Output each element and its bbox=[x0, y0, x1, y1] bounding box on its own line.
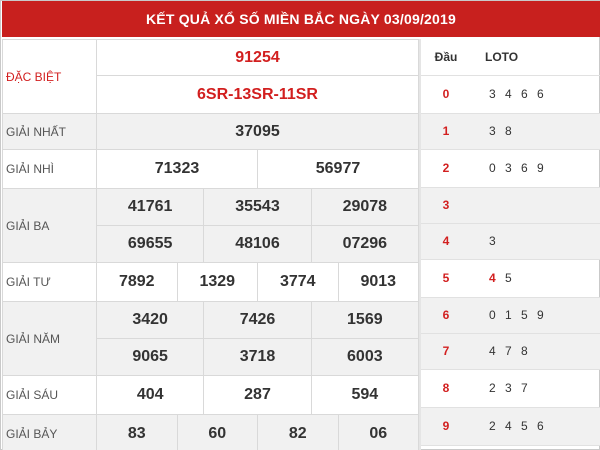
seventh-number: 83 bbox=[127, 425, 146, 442]
fifth-number: 7426 bbox=[203, 302, 310, 338]
prize-table: ĐẶC BIỆT 91254 6SR-13SR-11SR GIẢI NHẤT 3… bbox=[2, 39, 419, 450]
seventh-number: 06 bbox=[337, 415, 419, 450]
loto-highlight: 4 bbox=[489, 271, 499, 285]
loto-dau: 8 bbox=[421, 369, 471, 408]
loto-values-rest: 5 bbox=[505, 271, 515, 285]
third-number: 48106 bbox=[203, 226, 310, 262]
loto-values: 0 1 5 9 bbox=[471, 297, 600, 334]
prize-label-fourth: GIẢI TƯ bbox=[2, 262, 97, 302]
first-number: 37095 bbox=[96, 113, 419, 150]
sixth-number: 287 bbox=[203, 376, 310, 414]
fourth-number: 3774 bbox=[257, 263, 338, 301]
loto-values: 4 5 bbox=[471, 259, 600, 298]
third-number: 29078 bbox=[310, 189, 418, 225]
loto-values: 2 4 5 6 bbox=[471, 407, 600, 446]
loto-values: 4 7 8 bbox=[471, 333, 600, 370]
loto-values: 3 4 6 6 bbox=[471, 75, 600, 114]
loto-dau: 1 bbox=[421, 113, 471, 150]
second-number: 56977 bbox=[257, 150, 418, 188]
prize-label-third: GIẢI BA bbox=[2, 188, 97, 263]
seventh-number: 82 bbox=[257, 415, 338, 450]
loto-head-loto: LOTO bbox=[471, 39, 600, 76]
special-number: 91254 bbox=[96, 39, 419, 76]
fifth-number: 3420 bbox=[132, 311, 168, 328]
sixth-number: 594 bbox=[310, 376, 418, 414]
prize-label-special: ĐẶC BIỆT bbox=[2, 39, 97, 114]
prize-label-sixth: GIẢI SÁU bbox=[2, 375, 97, 415]
prize-label-second: GIẢI NHÌ bbox=[2, 149, 97, 189]
prize-label-fifth: GIẢI NĂM bbox=[2, 301, 97, 376]
loto-dau: 5 bbox=[421, 259, 471, 298]
sixth-number: 404 bbox=[136, 386, 164, 403]
loto-dau: 4 bbox=[421, 223, 471, 260]
fourth-number: 7892 bbox=[118, 273, 155, 290]
fourth-number: 9013 bbox=[337, 263, 419, 301]
loto-dau: 2 bbox=[421, 149, 471, 188]
third-number: 41761 bbox=[127, 198, 173, 215]
fifth-number: 3718 bbox=[203, 339, 310, 375]
seventh-number: 60 bbox=[176, 415, 258, 450]
third-number: 07296 bbox=[310, 226, 418, 262]
loto-table: Đầu LOTO 03 4 6 6 13 8 20 3 6 9 3 43 54 … bbox=[421, 39, 600, 446]
fifth-number: 9065 bbox=[132, 348, 168, 365]
loto-values: 2 3 7 bbox=[471, 369, 600, 408]
loto-values: 3 bbox=[471, 223, 600, 260]
loto-values: 3 8 bbox=[471, 113, 600, 150]
fourth-number: 1329 bbox=[176, 263, 258, 301]
prize-label-seventh: GIẢI BẢY bbox=[2, 414, 97, 450]
loto-dau: 7 bbox=[421, 333, 471, 370]
loto-dau: 6 bbox=[421, 297, 471, 334]
loto-dau: 3 bbox=[421, 187, 471, 224]
results-page: KẾT QUẢ XỔ SỐ MIỀN BẮC NGÀY 03/09/2019 Đ… bbox=[0, 0, 600, 450]
loto-values: 0 3 6 9 bbox=[471, 149, 600, 188]
fifth-number: 6003 bbox=[310, 339, 418, 375]
third-number: 35543 bbox=[203, 189, 310, 225]
loto-dau: 0 bbox=[421, 75, 471, 114]
loto-head-dau: Đầu bbox=[421, 39, 471, 76]
second-number: 71323 bbox=[154, 160, 200, 177]
special-code: 6SR-13SR-11SR bbox=[96, 75, 419, 114]
prize-label-first: GIẢI NHẤT bbox=[2, 113, 97, 150]
page-title: KẾT QUẢ XỔ SỐ MIỀN BẮC NGÀY 03/09/2019 bbox=[2, 1, 600, 37]
loto-values bbox=[471, 187, 600, 224]
fifth-number: 1569 bbox=[310, 302, 418, 338]
third-number: 69655 bbox=[127, 235, 173, 252]
loto-dau: 9 bbox=[421, 407, 471, 446]
